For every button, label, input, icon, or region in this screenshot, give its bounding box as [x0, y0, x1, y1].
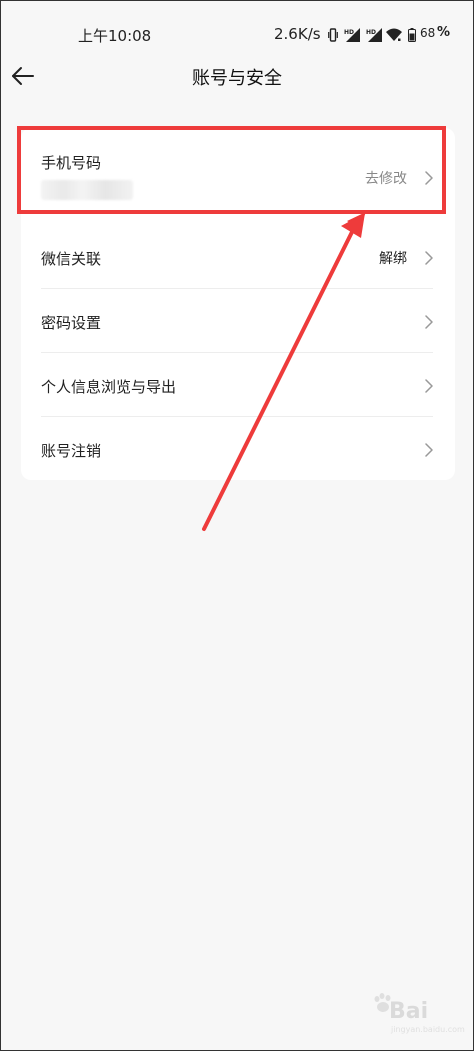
- chevron-right-icon: [425, 442, 433, 457]
- battery-percent-unit: %: [437, 25, 451, 40]
- settings-item-label: 微信关联: [41, 250, 102, 268]
- settings-item-label: 密码设置: [41, 314, 102, 332]
- settings-item-personal-info[interactable]: 个人信息浏览与导出: [21, 353, 455, 417]
- hd-signal-icon: HD: [366, 27, 382, 42]
- chevron-right-icon: [425, 378, 433, 393]
- header: 账号与安全: [1, 51, 473, 101]
- battery-percent: 68: [420, 26, 436, 40]
- status-icons: HD HD: [328, 26, 416, 42]
- chevron-right-icon: [425, 250, 433, 265]
- settings-item-delete-account[interactable]: 账号注销: [21, 417, 455, 481]
- wifi-icon: [386, 27, 402, 41]
- settings-item-password[interactable]: 密码设置: [21, 289, 455, 353]
- settings-card: 手机号码 去修改 微信关联 解绑 密码设置 个人信息浏览与导出 账号注销: [21, 128, 455, 480]
- settings-item-phone[interactable]: 手机号码 去修改: [21, 128, 455, 212]
- vibrate-icon: [328, 27, 338, 42]
- chevron-right-icon: [425, 170, 433, 185]
- baidu-watermark: Bai jingyan.baidu.com: [371, 993, 471, 1043]
- settings-item-label: 账号注销: [41, 442, 102, 460]
- watermark-subtext: jingyan.baidu.com: [391, 1025, 465, 1034]
- status-time: 上午10:08: [78, 27, 152, 45]
- status-bar: 上午10:08 2.6K/s HD HD 68 %: [1, 1, 473, 51]
- hd-signal-icon: HD: [344, 27, 360, 42]
- watermark-text: Bai: [389, 999, 429, 1024]
- settings-item-value: 解绑: [379, 251, 407, 267]
- svg-text:HD: HD: [366, 29, 376, 36]
- phone-number-masked: [41, 180, 133, 200]
- settings-item-label: 个人信息浏览与导出: [41, 378, 177, 396]
- settings-item-label: 手机号码: [41, 154, 102, 172]
- settings-item-value: 去修改: [365, 171, 407, 187]
- settings-item-wechat[interactable]: 微信关联 解绑: [21, 224, 455, 288]
- battery-icon: [408, 27, 416, 42]
- network-speed: 2.6K/s: [274, 25, 321, 43]
- svg-text:HD: HD: [344, 29, 354, 36]
- phone-screen: 上午10:08 2.6K/s HD HD 68 % 账号与安全 手机号码 去修改…: [0, 0, 474, 1051]
- chevron-right-icon: [425, 314, 433, 329]
- page-title: 账号与安全: [192, 68, 282, 89]
